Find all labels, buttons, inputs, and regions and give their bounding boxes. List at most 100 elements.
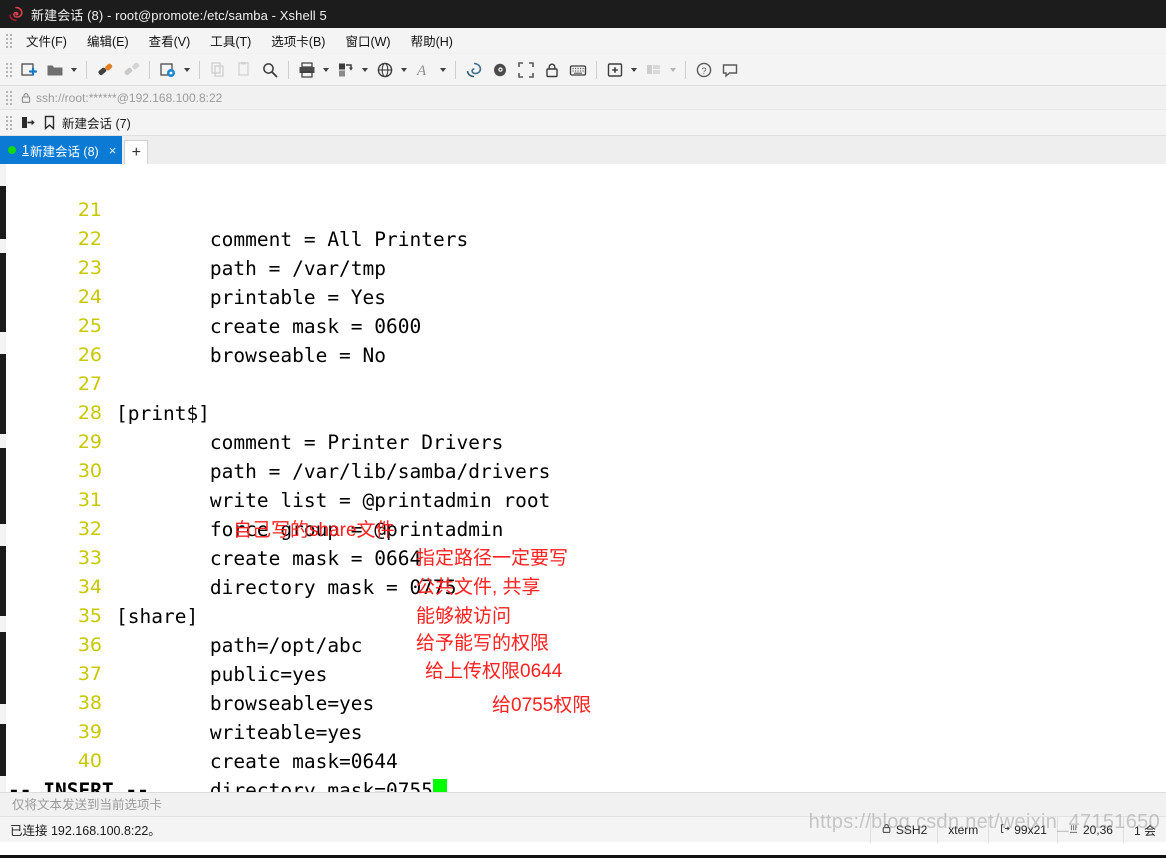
terminal-row: 22 path = /var/tmp — [6, 196, 1166, 280]
status-bar-right: SSH2 xterm 99x21 20,36 1 会 — [869, 817, 1166, 843]
annotation-writeable: 给予能写的权限 — [416, 633, 550, 654]
tab-session-8[interactable]: 1 新建会话 (8) × — [0, 136, 123, 164]
globe-dropdown-caret-down-icon[interactable] — [398, 58, 409, 82]
terminal-row: 32 create mask = 0664 — [6, 486, 1166, 570]
caret-pos-icon — [1068, 823, 1079, 837]
terminal-row: 34 [share] — [6, 544, 1166, 628]
menu-item-help[interactable]: 帮助(H) — [401, 28, 463, 53]
annotation-public-share: 公共文件, 共享 — [416, 577, 541, 598]
vim-mode-indicator: -- INSERT -- — [8, 779, 149, 792]
font-dropdown-caret-down-icon[interactable] — [437, 58, 448, 82]
address-drag-handle[interactable] — [4, 88, 12, 107]
file-transfer-dropdown-caret-down-icon[interactable] — [359, 58, 370, 82]
status-protocol[interactable]: SSH2 — [869, 817, 937, 843]
address-bar[interactable]: ssh://root:******@192.168.100.8:22 — [0, 86, 1166, 110]
status-size[interactable]: 99x21 — [988, 817, 1057, 843]
toolbar: A ? — [0, 54, 1166, 86]
toolbar-separator — [455, 60, 456, 79]
bookmark-drag-handle[interactable] — [4, 113, 12, 132]
terminal-row: 35 path=/opt/abc — [6, 573, 1166, 657]
address-value[interactable]: ssh://root:******@192.168.100.8:22 — [36, 91, 222, 105]
terminal-row: 23 printable = Yes — [6, 225, 1166, 309]
lock-icon — [881, 823, 892, 837]
menu-item-file[interactable]: 文件(F) — [16, 28, 77, 53]
bookmark-session-label[interactable]: 新建会话 (7) — [62, 113, 131, 132]
find-icon[interactable] — [258, 58, 282, 82]
terminal-row: 40 directory mask=0755 — [6, 718, 1166, 792]
print-icon[interactable] — [295, 58, 319, 82]
keyboard-icon[interactable] — [566, 58, 590, 82]
terminal-row: 31 force group = @printadmin — [6, 457, 1166, 541]
open-folder-dropdown-caret-down-icon[interactable] — [68, 58, 79, 82]
bookmark-bar: 新建会话 (7) — [0, 110, 1166, 136]
annotation-browseable: 能够被访问 — [416, 606, 512, 627]
menu-item-tabs[interactable]: 选项卡(B) — [261, 28, 335, 53]
toolbar-separator — [685, 60, 686, 79]
new-session-icon[interactable] — [17, 58, 41, 82]
menu-item-tools[interactable]: 工具(T) — [200, 28, 261, 53]
print-dropdown-caret-down-icon[interactable] — [320, 58, 331, 82]
status-session-count[interactable]: 1 会 — [1122, 817, 1166, 843]
connection-status: 已连接 192.168.100.8:22。 — [10, 824, 161, 838]
menu-item-edit[interactable]: 编辑(E) — [77, 28, 139, 53]
help-icon[interactable]: ? — [692, 58, 716, 82]
highlight-icon[interactable] — [488, 58, 512, 82]
send-text-input[interactable] — [10, 796, 610, 813]
title-bar: 新建会话 (8) - root@promote:/etc/samba - Xsh… — [0, 0, 1166, 28]
status-size-label: 99x21 — [1014, 823, 1047, 837]
file-transfer-icon[interactable] — [334, 58, 358, 82]
globe-icon[interactable] — [373, 58, 397, 82]
disconnect-plug-icon — [119, 58, 143, 82]
tab-index: 1 — [22, 143, 29, 157]
terminal-row: 21 comment = All Printers — [6, 167, 1166, 251]
tab-strip: 1 新建会话 (8) × + — [0, 136, 1166, 164]
menu-drag-handle[interactable] — [4, 31, 12, 50]
add-tab-dropdown-caret-down-icon[interactable] — [628, 58, 639, 82]
toolbar-drag-handle[interactable] — [4, 60, 12, 79]
copy-icon — [206, 58, 230, 82]
status-bar: 已连接 192.168.100.8:22。 SSH2 xterm 99x21 2… — [0, 811, 1166, 843]
terminal-cursor — [432, 779, 447, 792]
line-text-with-cursor: directory mask=0755 — [116, 776, 447, 792]
terminal-row: 24 create mask = 0600 — [6, 254, 1166, 338]
terminal-panel[interactable]: 21 comment = All Printers 22 path = /var… — [0, 164, 1166, 792]
terminal-row-mode: -- INSERT -- — [6, 747, 1166, 792]
font-icon[interactable]: A — [412, 58, 436, 82]
terminal-row: 38 writeable=yes — [6, 660, 1166, 744]
status-caret-label: 20,36 — [1082, 823, 1113, 837]
new-tab-button[interactable]: + — [124, 140, 149, 164]
open-folder-icon[interactable] — [43, 58, 67, 82]
open-session-icon[interactable] — [16, 115, 38, 130]
menu-bar: 文件(F) 编辑(E) 查看(V) 工具(T) 选项卡(B) 窗口(W) 帮助(… — [0, 28, 1166, 54]
lock-icon — [16, 92, 36, 104]
svg-text:A: A — [416, 63, 427, 79]
menu-item-window[interactable]: 窗口(W) — [335, 28, 400, 53]
feedback-icon[interactable] — [718, 58, 742, 82]
tile-layout-icon — [642, 58, 666, 82]
toolbar-separator — [199, 60, 200, 79]
status-protocol-label: SSH2 — [895, 823, 928, 837]
status-terminal-type[interactable]: xterm — [937, 817, 988, 843]
fullscreen-icon[interactable] — [514, 58, 538, 82]
lock-icon[interactable] — [540, 58, 564, 82]
terminal-row: 27 [print$] — [6, 341, 1166, 425]
session-properties-dropdown-caret-down-icon[interactable] — [181, 58, 192, 82]
terminal-row: 25 browseable = No — [6, 283, 1166, 367]
terminal-row: 36 public=yes — [6, 602, 1166, 686]
toolbar-separator — [149, 60, 150, 79]
connect-plug-icon[interactable] — [93, 58, 117, 82]
toolbar-separator — [86, 60, 87, 79]
connected-dot-icon — [8, 146, 16, 154]
bookmark-icon[interactable] — [38, 115, 60, 130]
svg-text:?: ? — [701, 66, 706, 76]
annotation-directory-mask: 给0755权限 — [492, 695, 592, 716]
status-caret-position[interactable]: 20,36 — [1056, 817, 1123, 843]
session-manager-icon[interactable] — [462, 58, 486, 82]
add-tab-icon[interactable] — [603, 58, 627, 82]
terminal-row: 30 write list = @printadmin root — [6, 428, 1166, 512]
session-properties-icon[interactable] — [156, 58, 180, 82]
menu-item-view[interactable]: 查看(V) — [139, 28, 201, 53]
send-text-bar[interactable] — [0, 792, 1166, 816]
annotation-share-file: 自己写的share文件 — [233, 520, 395, 541]
close-icon[interactable]: × — [109, 144, 117, 157]
